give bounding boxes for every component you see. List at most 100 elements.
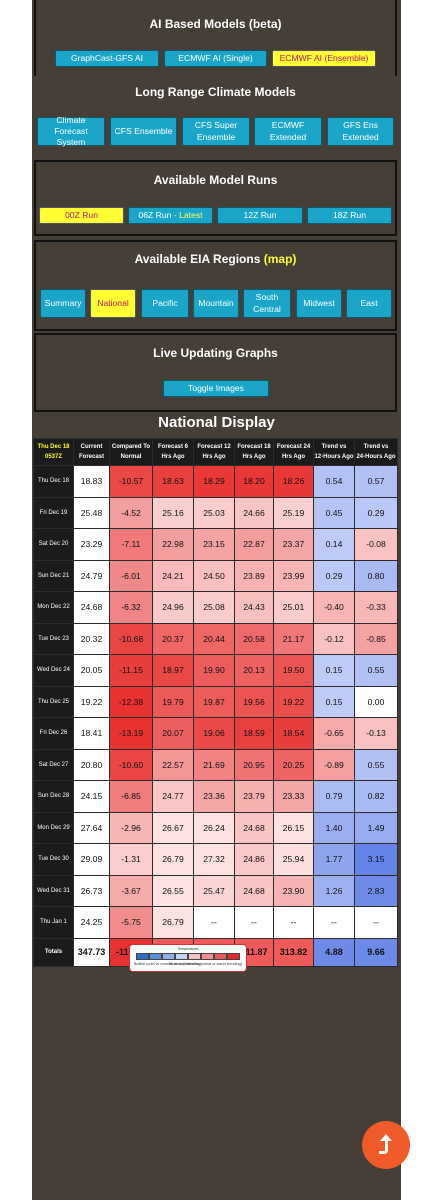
legend-swatch (214, 953, 227, 960)
run-button-18z[interactable]: 18Z Run (307, 207, 392, 224)
table-cell: 19.79 (152, 685, 194, 718)
table-cell: 18.97 (152, 654, 194, 687)
header-line: 12-Hours Ago (314, 454, 354, 460)
table-cell: 23.36 (193, 780, 235, 813)
table-cell: -0.40 (313, 591, 355, 624)
header-line: Normal (120, 454, 142, 460)
model-button-cfs-super-ensemble[interactable]: CFS Super Ensemble (182, 117, 250, 146)
header-line: Forecast 6 (157, 443, 188, 450)
table-cell: -10.57 (109, 465, 153, 498)
table-row: Mon Dec 22 24.68 -6.32 24.96 25.08 24.43 25.01… (33, 591, 398, 624)
table-cell: 0.82 (354, 780, 398, 813)
corner-time: 0537Z (44, 454, 62, 460)
row-date: Tue Dec 30 (33, 843, 74, 876)
table-row: Wed Dec 31 26.73 -3.67 26.55 25.47 24.68 23.90… (33, 874, 398, 907)
model-runs-title: Available Model Runs (153, 173, 278, 187)
run-button-00z[interactable]: 00Z Run (39, 207, 124, 224)
table-cell: 25.48 (73, 496, 110, 529)
toggle-images-button[interactable]: Toggle Images (163, 380, 269, 397)
table-cell: 0.55 (354, 748, 398, 781)
table-cell: -6.01 (109, 559, 153, 592)
region-button-east[interactable]: East (346, 289, 392, 318)
model-runs-panel: Available Model Runs (34, 160, 397, 236)
table-cell: 25.47 (193, 874, 235, 907)
table-cell: 20.13 (234, 654, 274, 687)
header-line: Hrs Ago (161, 454, 185, 460)
table-cell: 23.33 (273, 780, 314, 813)
model-button-ecmwf-extended[interactable]: ECMWF Extended (254, 117, 322, 146)
table-cell: 25.08 (193, 591, 235, 624)
legend-color-bar (136, 953, 240, 960)
corner-date: Thu Dec 18 (37, 443, 70, 450)
arrow-up-icon (379, 1134, 392, 1154)
header-line: Trend vs (363, 443, 389, 450)
live-graphs-title: Live Updating Graphs (153, 346, 278, 360)
forecast-table: Thu Dec 18 0537Z Current Forecast Compare… (33, 438, 398, 967)
row-date: Sat Dec 20 (33, 528, 74, 561)
regions-title-text: Available EIA Regions (134, 252, 261, 266)
legend-swatch (188, 953, 201, 960)
table-row: Fri Dec 19 25.48 -4.52 25.16 25.03 24.66 25.19… (33, 496, 398, 529)
row-date: Fri Dec 26 (33, 717, 74, 750)
model-button-graphcast[interactable]: GraphCast-GFS AI (55, 50, 159, 67)
table-cell: 3.15 (354, 843, 398, 876)
table-corner: Thu Dec 18 0537Z (33, 438, 74, 466)
table-cell: 24.86 (234, 843, 274, 876)
table-cell: 20.07 (152, 717, 194, 750)
temperature-legend: Temperatures Bullish (cold vs normal, or… (129, 944, 247, 972)
table-cell: -- (193, 906, 235, 939)
region-button-mountain[interactable]: Mountain (193, 289, 239, 318)
table-cell: 26.55 (152, 874, 194, 907)
table-cell: 0.54 (313, 465, 355, 498)
legend-swatch (162, 953, 175, 960)
table-row: Thu Jan 1 24.25 -5.75 26.79 -- -- -- -- -- (33, 906, 398, 939)
region-button-pacific[interactable]: Pacific (141, 289, 189, 318)
run-button-12z[interactable]: 12Z Run (217, 207, 303, 224)
legend-bearish-label: Bearish (warm vs normal or warm trending… (169, 962, 242, 966)
table-cell: 23.79 (234, 780, 274, 813)
table-cell: 18.54 (273, 717, 314, 750)
table-cell: 22.87 (234, 528, 274, 561)
table-cell: 0.45 (313, 496, 355, 529)
table-row: Thu Dec 18 18.83 -10.57 18.63 18.29 18.20 18.2… (33, 465, 398, 498)
table-cell: 24.68 (73, 591, 110, 624)
model-button-cfs-ensemble[interactable]: CFS Ensemble (110, 117, 177, 146)
table-cell: 26.15 (273, 811, 314, 844)
table-cell: 26.79 (152, 906, 194, 939)
table-cell: 24.43 (234, 591, 274, 624)
region-button-national[interactable]: National (90, 289, 136, 318)
header-line: Current (80, 443, 103, 450)
run-button-06z[interactable]: 06Z Run - Latest (128, 207, 213, 224)
region-button-south-central[interactable]: South Central (243, 289, 291, 318)
table-cell: -2.96 (109, 811, 153, 844)
table-cell: 27.32 (193, 843, 235, 876)
region-button-summary[interactable]: Summary (40, 289, 86, 318)
regions-map-link[interactable]: (map) (264, 252, 297, 266)
scroll-top-button[interactable] (362, 1121, 410, 1169)
table-cell: 0.29 (313, 559, 355, 592)
model-button-cfs[interactable]: Climate Forecast System (37, 115, 105, 147)
table-cell: -6.32 (109, 591, 153, 624)
table-cell: 20.58 (234, 622, 274, 655)
table-cell: -0.13 (354, 717, 398, 750)
header-line: Forecast 12 (197, 443, 231, 450)
table-cell: 19.22 (73, 685, 110, 718)
table-cell: -5.75 (109, 906, 153, 939)
table-cell: 22.98 (152, 528, 194, 561)
row-date: Thu Dec 18 (33, 465, 74, 498)
model-button-ecmwf-ai-ensemble[interactable]: ECMWF AI (Ensemble) (272, 50, 376, 67)
model-button-gfs-ens-extended[interactable]: GFS Ens Extended (327, 117, 394, 146)
region-button-midwest[interactable]: Midwest (296, 289, 342, 318)
table-cell: 24.79 (73, 559, 110, 592)
table-cell: -13.19 (109, 717, 153, 750)
table-cell: 25.16 (152, 496, 194, 529)
row-date: Tue Dec 23 (33, 622, 74, 655)
table-cell: -11.15 (109, 654, 153, 687)
table-cell: -3.67 (109, 874, 153, 907)
table-cell: -12.38 (109, 685, 153, 718)
table-cell: 1.49 (354, 811, 398, 844)
table-cell: 4.88 (313, 937, 355, 967)
table-cell: 25.19 (273, 496, 314, 529)
legend-title: Temperatures (177, 947, 199, 951)
model-button-ecmwf-ai-single[interactable]: ECMWF AI (Single) (164, 50, 267, 67)
